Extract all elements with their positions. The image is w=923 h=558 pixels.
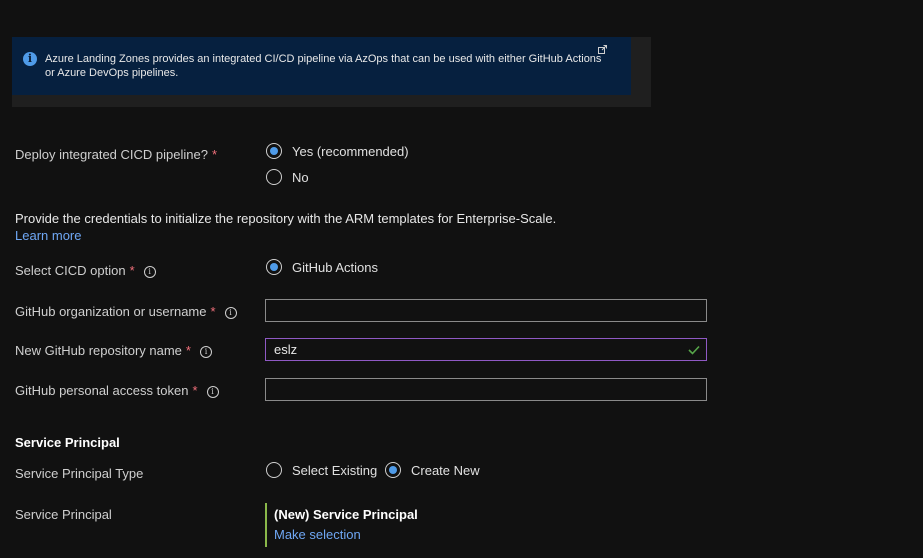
deploy-yes-label[interactable]: Yes (recommended)	[292, 144, 409, 159]
github-actions-radio[interactable]	[266, 259, 282, 275]
learn-more-link[interactable]: Learn more	[15, 228, 81, 243]
github-actions-label[interactable]: GitHub Actions	[292, 260, 378, 275]
selection-indicator-bar	[265, 503, 267, 547]
info-icon: i	[23, 52, 37, 66]
repo-name-label: New GitHub repository name * i	[15, 343, 212, 358]
deploy-no-label[interactable]: No	[292, 170, 309, 185]
info-icon[interactable]: i	[199, 346, 212, 358]
credentials-description: Provide the credentials to initialize th…	[15, 211, 557, 226]
create-new-label[interactable]: Create New	[411, 463, 480, 478]
deploy-pipeline-label: Deploy integrated CICD pipeline? *	[15, 147, 218, 162]
info-banner-text: Azure Landing Zones provides an integrat…	[45, 53, 602, 79]
info-icon[interactable]: i	[224, 307, 237, 319]
select-existing-radio[interactable]	[266, 462, 282, 478]
external-link-icon[interactable]	[598, 45, 607, 54]
info-icon[interactable]: i	[206, 386, 219, 398]
github-org-label: GitHub organization or username * i	[15, 304, 237, 319]
deploy-no-radio[interactable]	[266, 169, 282, 185]
deploy-yes-radio[interactable]	[266, 143, 282, 159]
repo-name-value: eslz	[274, 342, 298, 357]
checkmark-icon	[688, 345, 700, 355]
cicd-option-label: Select CICD option * i	[15, 263, 156, 278]
info-icon[interactable]: i	[143, 266, 156, 278]
sp-label: Service Principal	[15, 507, 112, 522]
sp-type-label: Service Principal Type	[15, 466, 144, 481]
make-selection-link[interactable]: Make selection	[274, 527, 361, 542]
create-new-radio[interactable]	[385, 462, 401, 478]
access-token-input[interactable]	[265, 378, 707, 401]
access-token-label: GitHub personal access token * i	[15, 383, 219, 398]
service-principal-section-title: Service Principal	[15, 435, 120, 450]
sp-selected-name: (New) Service Principal	[274, 507, 418, 522]
github-org-input[interactable]	[265, 299, 707, 322]
repo-name-input[interactable]: eslz	[265, 338, 707, 361]
select-existing-label[interactable]: Select Existing	[292, 463, 377, 478]
